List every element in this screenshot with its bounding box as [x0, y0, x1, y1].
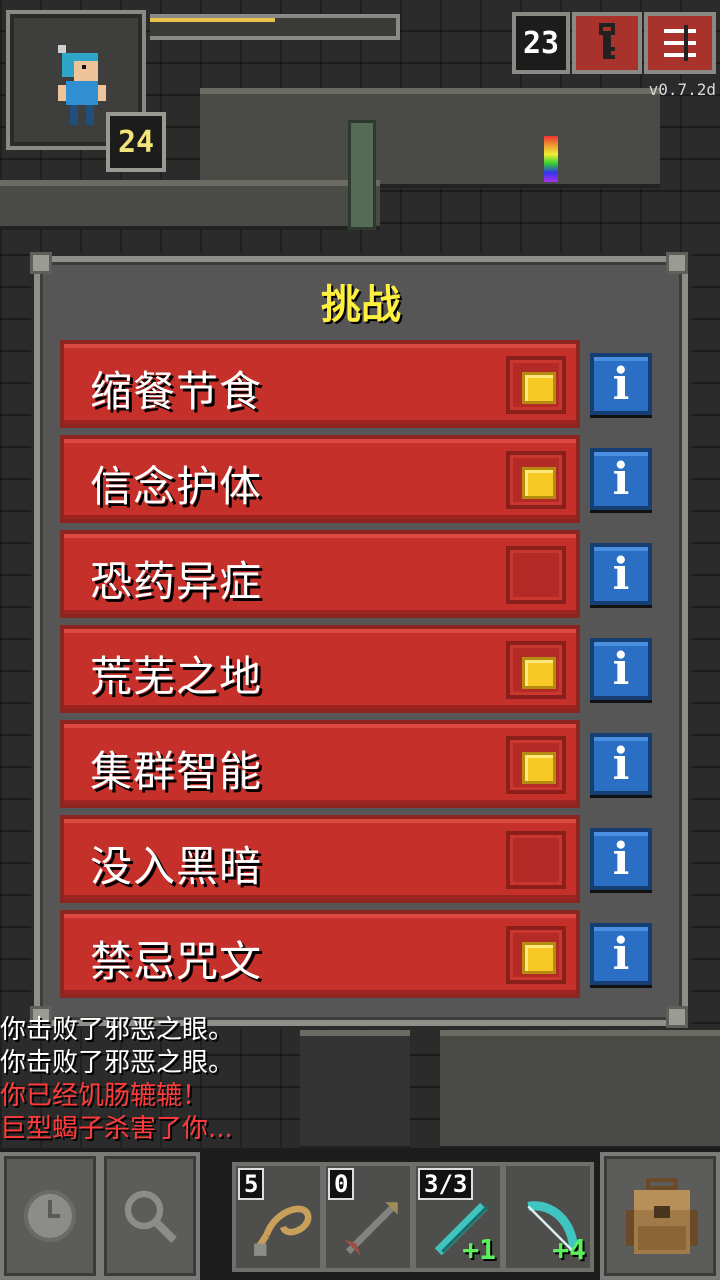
key-icon: [599, 23, 615, 59]
backpack-icon: [626, 1178, 698, 1254]
challenge-checkbox[interactable]: [506, 451, 566, 509]
depth-indicator[interactable]: 23: [512, 12, 570, 74]
challenge-checkbox[interactable]: [506, 641, 566, 699]
depth-value: 23: [522, 25, 560, 61]
info-icon: i: [612, 548, 630, 600]
challenge-info-button[interactable]: i: [590, 638, 652, 700]
info-icon: i: [612, 928, 630, 980]
challenge-label: 禁忌咒文: [90, 937, 263, 986]
hero-level-badge: 24: [106, 112, 166, 172]
window-corner: [666, 1006, 688, 1028]
game-log: 你击败了邪恶之眼。 你击败了邪恶之眼。 你已经饥肠辘辘！ 巨型蝎子杀害了你...: [0, 1014, 320, 1146]
challenge-row[interactable]: 信念护体: [60, 435, 580, 523]
quickslot-3[interactable]: 3/3 +1: [412, 1162, 504, 1272]
challenge-label: 信念护体: [90, 462, 263, 511]
challenge-checkbox[interactable]: [506, 356, 566, 414]
quickslot-count: 5: [238, 1168, 265, 1200]
challenge-label: 荒芜之地: [90, 652, 263, 701]
log-line: 你击败了邪恶之眼。: [0, 1015, 235, 1045]
log-line: 你击败了邪恶之眼。: [0, 1048, 235, 1078]
challenge-checkbox[interactable]: [506, 736, 566, 794]
challenge-checkbox[interactable]: [506, 926, 566, 984]
info-icon: i: [612, 453, 630, 505]
journal-button[interactable]: [572, 12, 642, 74]
challenge-row[interactable]: 荒芜之地: [60, 625, 580, 713]
log-line: 你已经饥肠辘辘！: [0, 1081, 209, 1111]
challenge-info-button[interactable]: i: [590, 353, 652, 415]
challenge-row[interactable]: 集群智能: [60, 720, 580, 808]
challenge-label: 恐药异症: [90, 557, 263, 606]
wait-button[interactable]: [0, 1152, 100, 1280]
quickslot-4[interactable]: +4: [502, 1162, 594, 1272]
log-line: 巨型蝎子杀害了你...: [0, 1114, 233, 1144]
challenge-row[interactable]: 恐药异症: [60, 530, 580, 618]
challenge-info-button[interactable]: i: [590, 733, 652, 795]
dungeon-wall: [0, 180, 380, 230]
backpack-button[interactable]: [600, 1152, 720, 1280]
challenge-label: 集群智能: [90, 747, 263, 796]
clock-icon: [24, 1190, 76, 1242]
health-bar-fill: [150, 18, 276, 22]
search-button[interactable]: [100, 1152, 200, 1280]
magnifier-icon: [124, 1190, 177, 1243]
challenge-info-button[interactable]: i: [590, 828, 652, 890]
challenge-label: 没入黑暗: [90, 842, 263, 891]
quickslot-count: 0: [328, 1168, 355, 1200]
challenge-info-button[interactable]: i: [590, 543, 652, 605]
challenge-row[interactable]: 禁忌咒文: [60, 910, 580, 998]
dungeon-wall: [440, 1030, 720, 1150]
challenge-checkbox[interactable]: [506, 831, 566, 889]
quickslot-level: +4: [552, 1233, 586, 1266]
dungeon-pillar: [348, 120, 376, 230]
challenge-info-button[interactable]: i: [590, 448, 652, 510]
challenge-info-button[interactable]: i: [590, 923, 652, 985]
window-corner: [666, 252, 688, 274]
info-icon: i: [612, 358, 630, 410]
whip-icon: [254, 1205, 312, 1256]
challenge-label: 缩餐节食: [90, 367, 263, 416]
info-icon: i: [612, 643, 630, 695]
quickslot-level: +1: [462, 1233, 496, 1266]
info-icon: i: [612, 738, 630, 790]
hero-level-value: 24: [117, 124, 155, 160]
menu-button[interactable]: [644, 12, 716, 74]
rainbow-item: [544, 136, 558, 182]
challenge-checkbox[interactable]: [506, 546, 566, 604]
dungeon-wall: [200, 88, 660, 188]
challenges-title: 挑战: [321, 282, 401, 328]
dart-icon: [344, 1202, 398, 1256]
hero-sprite-icon: [58, 45, 106, 125]
window-corner: [30, 252, 52, 274]
health-bar: [150, 14, 400, 40]
version-label: v0.7.2d: [648, 80, 716, 99]
quickslot-2[interactable]: 0: [322, 1162, 414, 1272]
challenge-row[interactable]: 没入黑暗: [60, 815, 580, 903]
info-icon: i: [612, 833, 630, 885]
menu-icon: [664, 25, 696, 61]
quickslot-1[interactable]: 5: [232, 1162, 324, 1272]
quickslot-count: 3/3: [418, 1168, 474, 1200]
challenge-row[interactable]: 缩餐节食: [60, 340, 580, 428]
